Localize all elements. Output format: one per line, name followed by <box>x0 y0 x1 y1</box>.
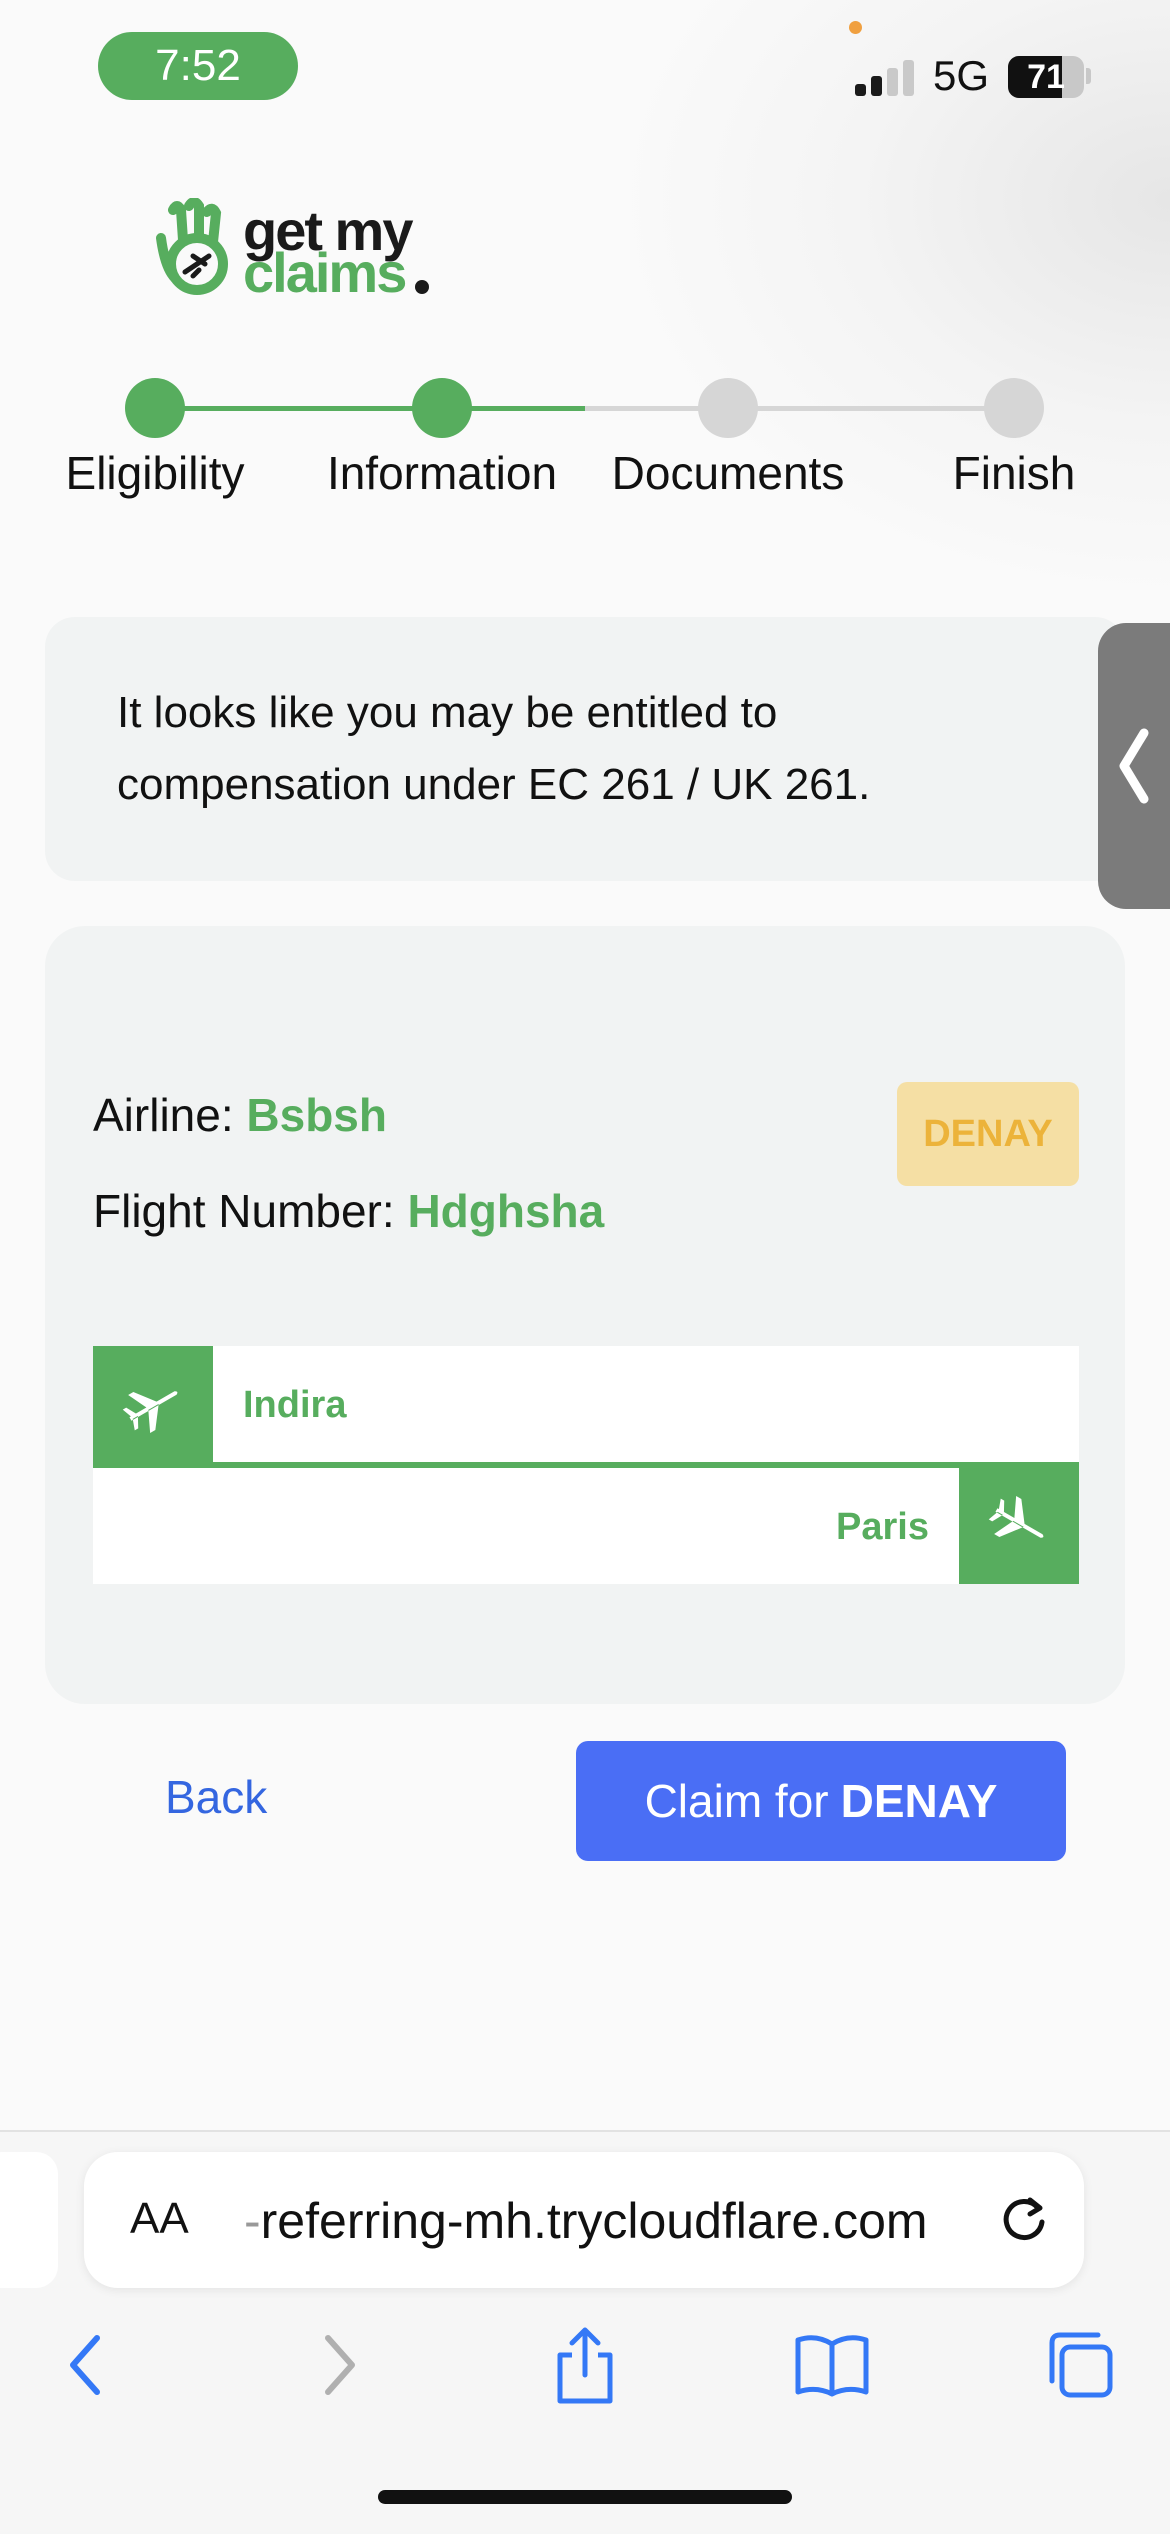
plane-departure-glyph <box>122 1391 178 1434</box>
url-host: referring-mh.trycloudflare.com <box>260 2193 928 2249</box>
airline-label: Airline: <box>93 1089 234 1141</box>
forward-icon[interactable] <box>298 2325 378 2405</box>
step-dot-finish <box>984 378 1044 438</box>
arrival-row: Paris <box>93 1462 1079 1584</box>
reload-icon[interactable] <box>994 2190 1054 2250</box>
flight-route: Indira Paris <box>93 1346 1079 1584</box>
open-book-glyph <box>795 2335 869 2397</box>
back-button[interactable]: Back <box>165 1770 267 1824</box>
departure-row: Indira <box>93 1346 1079 1466</box>
getmyclaims-logo[interactable]: get my claims <box>155 198 445 308</box>
airline-row: Airline: Bsbsh <box>93 1088 387 1142</box>
privacy-indicator-dot <box>849 21 862 34</box>
back-chevron-glyph <box>70 2335 100 2395</box>
plane-arrival-icon <box>959 1462 1079 1584</box>
url-prefix: - <box>244 2193 261 2249</box>
home-indicator[interactable] <box>378 2490 792 2504</box>
flight-number-row: Flight Number: Hdghsha <box>93 1184 604 1238</box>
status-time: 7:52 <box>98 32 298 100</box>
battery-percent: 71 <box>1027 57 1065 96</box>
claim-button-status: DENAY <box>840 1775 998 1827</box>
departure-airport: Indira <box>243 1384 347 1426</box>
tabs-glyph <box>1049 2332 1113 2398</box>
step-dot-eligibility <box>125 378 185 438</box>
step-label-eligibility: Eligibility <box>65 447 245 499</box>
forward-chevron-glyph <box>325 2335 355 2395</box>
flight-details-card: Airline: Bsbsh Flight Number: Hdghsha DE… <box>45 926 1125 1704</box>
step-label-documents: Documents <box>611 447 845 499</box>
step-label-information: Information <box>326 447 558 499</box>
battery-icon: 71 <box>1008 56 1084 98</box>
claim-button-label: Claim for <box>644 1775 829 1827</box>
eligibility-notice: It looks like you may be entitled to com… <box>45 617 1125 881</box>
ok-hand-plane-logo-icon <box>156 198 228 295</box>
logo-dot <box>415 280 429 294</box>
cellular-signal-icon <box>855 58 917 96</box>
url-text[interactable]: -referring-mh.trycloudflare.com <box>244 2192 928 2250</box>
step-connector-1 <box>155 406 442 411</box>
flight-number-value: Hdghsha <box>407 1185 605 1237</box>
side-panel-toggle[interactable] <box>1098 623 1170 909</box>
network-type: 5G <box>933 52 990 99</box>
step-dot-information <box>412 378 472 438</box>
previous-tab-preview[interactable] <box>0 2152 58 2288</box>
flight-status-badge: DENAY <box>897 1082 1079 1186</box>
airline-value: Bsbsh <box>246 1089 387 1141</box>
text-size-label: AA <box>130 2194 189 2243</box>
step-connector-3 <box>728 406 1014 411</box>
flight-number-label: Flight Number: <box>93 1185 395 1237</box>
text-size-button[interactable]: AA <box>130 2194 189 2244</box>
share-glyph <box>557 2327 613 2404</box>
step-label-finish: Finish <box>952 447 1076 499</box>
step-dot-documents <box>698 378 758 438</box>
plane-departure-icon <box>93 1346 213 1466</box>
share-icon[interactable] <box>545 2325 625 2405</box>
chevron-left-icon <box>1119 728 1149 804</box>
back-icon[interactable] <box>47 2325 127 2405</box>
arrival-airport: Paris <box>836 1506 929 1548</box>
logo-text-claims: claims <box>243 241 407 304</box>
tabs-icon[interactable] <box>1040 2325 1120 2405</box>
plane-arrival-glyph <box>988 1495 1044 1538</box>
claim-button[interactable]: Claim for DENAY <box>576 1741 1066 1861</box>
bookmarks-icon[interactable] <box>792 2325 872 2405</box>
address-bar[interactable]: AA -referring-mh.trycloudflare.com <box>84 2152 1084 2288</box>
eligibility-notice-text: It looks like you may be entitled to com… <box>117 688 871 809</box>
battery-tip <box>1086 68 1091 84</box>
